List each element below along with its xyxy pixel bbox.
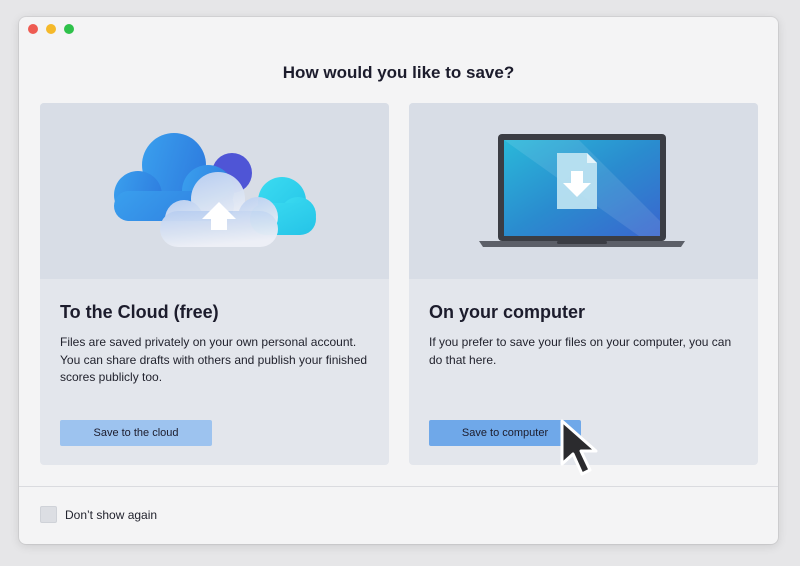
save-dialog-window: How would you like to save? To the Cloud… xyxy=(19,17,778,544)
close-window-button[interactable] xyxy=(28,24,38,34)
dont-show-again-label[interactable]: Don’t show again xyxy=(65,508,157,522)
computer-option-description: If you prefer to save your files on your… xyxy=(429,335,732,367)
cloud-upload-icon xyxy=(114,133,316,247)
cloud-option-description: Files are saved privately on your own pe… xyxy=(60,335,368,384)
maximize-window-button[interactable] xyxy=(64,24,74,34)
minimize-window-button[interactable] xyxy=(46,24,56,34)
title-bar xyxy=(19,17,778,41)
dialog-title: How would you like to save? xyxy=(282,63,515,82)
dont-show-again-checkbox[interactable] xyxy=(40,506,57,523)
cloud-illustration xyxy=(40,103,389,279)
computer-option-card: On your computer If you prefer to save y… xyxy=(409,103,758,465)
computer-illustration xyxy=(409,103,758,279)
footer-divider xyxy=(19,486,778,487)
cloud-option-card: To the Cloud (free) Files are saved priv… xyxy=(40,103,389,465)
mouse-pointer-icon xyxy=(560,419,598,476)
computer-option-title: On your computer xyxy=(429,302,586,322)
laptop-download-icon xyxy=(479,134,685,247)
cloud-option-title: To the Cloud (free) xyxy=(60,302,219,322)
save-to-cloud-button[interactable]: Save to the cloud xyxy=(60,420,212,446)
